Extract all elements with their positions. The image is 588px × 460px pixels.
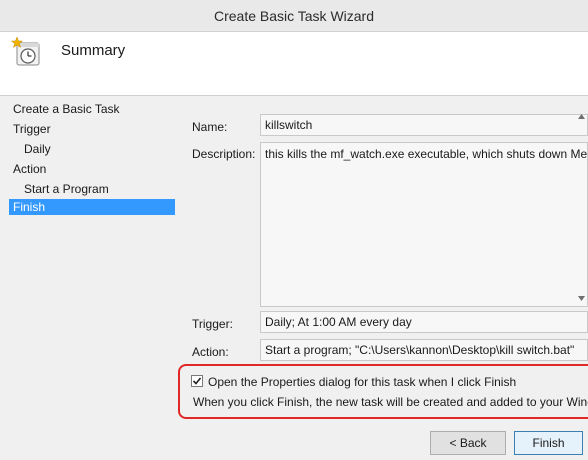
title-bar: Create Basic Task Wizard (0, 0, 588, 32)
finish-button[interactable]: Finish (514, 431, 583, 455)
highlight-callout (178, 364, 588, 419)
nav-step-finish[interactable]: Finish (9, 199, 175, 215)
nav-step-start-a-program[interactable]: Start a Program (24, 181, 109, 197)
nav-step-daily[interactable]: Daily (24, 141, 51, 157)
scroll-down-arrow-icon[interactable] (577, 294, 586, 303)
action-label: Action: (192, 345, 229, 359)
clock-task-icon (11, 36, 40, 66)
action-field[interactable]: Start a program; "C:\Users\kannon\Deskto… (260, 339, 588, 361)
description-text: this kills the mf_watch.exe executable, … (265, 147, 588, 161)
scroll-up-arrow-icon[interactable] (577, 112, 586, 121)
finish-note: When you click Finish, the new task will… (193, 395, 588, 409)
nav-step-action[interactable]: Action (13, 161, 46, 177)
description-label: Description: (192, 147, 256, 161)
wizard-body: Create a Basic Task Trigger Daily Action… (0, 96, 588, 460)
open-properties-checkbox[interactable] (191, 375, 203, 387)
trigger-label: Trigger: (192, 317, 233, 331)
trigger-field[interactable]: Daily; At 1:00 AM every day (260, 311, 588, 333)
nav-step-create-basic-task[interactable]: Create a Basic Task (13, 101, 120, 117)
name-label: Name: (192, 120, 228, 134)
back-button[interactable]: < Back (430, 431, 506, 455)
nav-step-trigger[interactable]: Trigger (13, 121, 51, 137)
checkmark-icon (192, 377, 202, 385)
open-properties-label[interactable]: Open the Properties dialog for this task… (208, 375, 516, 389)
window-title: Create Basic Task Wizard (213, 7, 374, 24)
name-field[interactable]: killswitch (260, 114, 588, 136)
description-field[interactable]: this kills the mf_watch.exe executable, … (260, 142, 588, 307)
wizard-header: Summary (0, 32, 588, 96)
page-title: Summary (61, 42, 126, 59)
